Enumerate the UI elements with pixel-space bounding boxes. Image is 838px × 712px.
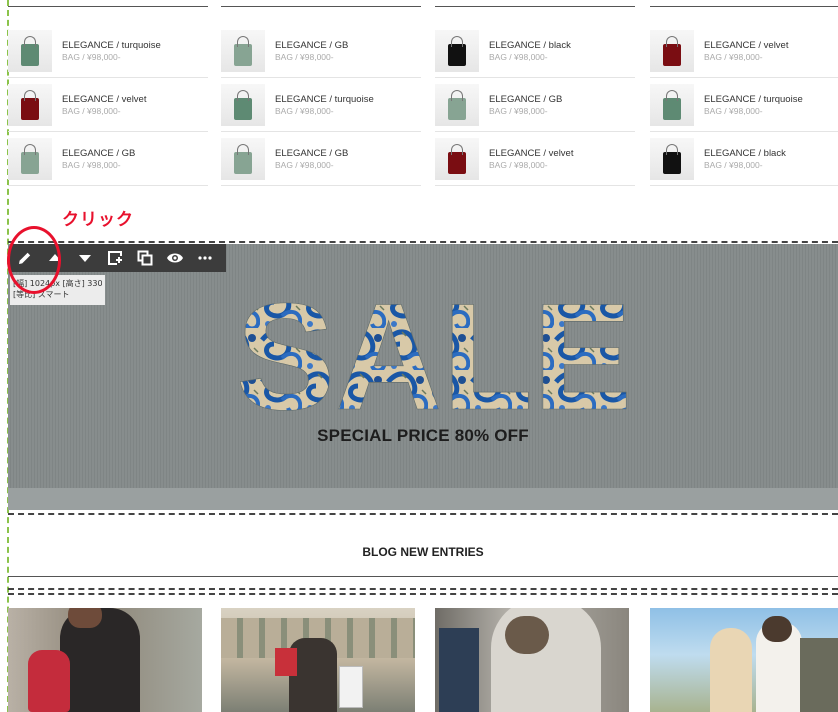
sale-title-graphic: SALE <box>236 272 633 443</box>
product-price: BAG / ¥98,000- <box>275 160 334 170</box>
product-name[interactable]: ELEGANCE / velvet <box>489 148 573 159</box>
product-column: ELEGANCE / GB BAG / ¥98,000- ELEGANCE / … <box>221 0 421 186</box>
bag-image <box>21 144 39 174</box>
section-guide <box>8 588 838 590</box>
blog-thumbnail[interactable] <box>650 608 838 712</box>
product-item[interactable]: ELEGANCE / GB BAG / ¥98,000- <box>221 24 421 78</box>
product-price: BAG / ¥98,000- <box>62 106 121 116</box>
click-annotation-label: クリック <box>62 210 134 230</box>
product-price: BAG / ¥98,000- <box>704 106 763 116</box>
product-item[interactable]: ELEGANCE / velvet BAG / ¥98,000- <box>8 78 208 132</box>
product-item[interactable]: ELEGANCE / turquoise BAG / ¥98,000- <box>8 24 208 78</box>
product-thumbnail[interactable] <box>8 30 52 72</box>
product-thumbnail[interactable] <box>650 84 694 126</box>
product-price: BAG / ¥98,000- <box>489 160 548 170</box>
move-down-button[interactable] <box>70 244 100 272</box>
more-icon <box>198 256 212 260</box>
product-name[interactable]: ELEGANCE / turquoise <box>62 40 161 51</box>
product-price: BAG / ¥98,000- <box>275 52 334 62</box>
red-bag <box>28 650 70 712</box>
product-thumbnail[interactable] <box>8 138 52 180</box>
product-thumbnail[interactable] <box>435 138 479 180</box>
product-item[interactable]: ELEGANCE / GB BAG / ¥98,000- <box>435 78 635 132</box>
product-thumbnail[interactable] <box>435 30 479 72</box>
duplicate-icon <box>137 250 153 266</box>
bag-image <box>234 36 252 66</box>
duplicate-button[interactable] <box>130 244 160 272</box>
blog-thumbnail[interactable] <box>435 608 629 712</box>
product-name[interactable]: ELEGANCE / velvet <box>62 94 146 105</box>
product-column: ELEGANCE / black BAG / ¥98,000- ELEGANCE… <box>435 0 635 186</box>
person-figure <box>710 628 752 712</box>
product-grid: ELEGANCE / turquoise BAG / ¥98,000- ELEG… <box>8 0 838 186</box>
more-button[interactable] <box>190 244 220 272</box>
product-thumbnail[interactable] <box>221 30 265 72</box>
add-block-icon <box>108 251 122 265</box>
product-name[interactable]: ELEGANCE / black <box>489 40 571 51</box>
product-name[interactable]: ELEGANCE / GB <box>275 40 348 51</box>
product-column: ELEGANCE / turquoise BAG / ¥98,000- ELEG… <box>8 0 208 186</box>
blog-heading-rule <box>8 576 838 577</box>
add-block-button[interactable] <box>100 244 130 272</box>
product-thumbnail[interactable] <box>221 138 265 180</box>
product-name[interactable]: ELEGANCE / GB <box>62 148 135 159</box>
blog-thumbnail[interactable] <box>8 608 202 712</box>
product-column: ELEGANCE / velvet BAG / ¥98,000- ELEGANC… <box>650 0 838 186</box>
sale-title: SALE <box>236 272 632 442</box>
product-name[interactable]: ELEGANCE / GB <box>489 94 562 105</box>
product-item[interactable]: ELEGANCE / velvet BAG / ¥98,000- <box>435 132 635 186</box>
product-item[interactable]: ELEGANCE / black BAG / ¥98,000- <box>435 24 635 78</box>
bag-image <box>663 144 681 174</box>
product-item[interactable]: ELEGANCE / GB BAG / ¥98,000- <box>8 132 208 186</box>
product-thumbnail[interactable] <box>650 138 694 180</box>
product-item[interactable]: ELEGANCE / GB BAG / ¥98,000- <box>221 132 421 186</box>
product-price: BAG / ¥98,000- <box>489 106 548 116</box>
product-price: BAG / ¥98,000- <box>704 160 763 170</box>
preview-button[interactable] <box>160 244 190 272</box>
sale-banner[interactable]: SALE SPECIAL PRICE 80% OFF <box>8 244 838 510</box>
click-annotation-circle <box>7 226 61 294</box>
product-price: BAG / ¥98,000- <box>62 52 121 62</box>
product-name[interactable]: ELEGANCE / black <box>704 148 786 159</box>
product-name[interactable]: ELEGANCE / GB <box>275 148 348 159</box>
product-item[interactable]: ELEGANCE / turquoise BAG / ¥98,000- <box>650 78 838 132</box>
banner-bottom-strip <box>8 488 838 510</box>
product-item[interactable]: ELEGANCE / velvet BAG / ¥98,000- <box>650 24 838 78</box>
bag-image <box>21 36 39 66</box>
bag-image <box>234 90 252 120</box>
product-name[interactable]: ELEGANCE / turquoise <box>275 94 374 105</box>
triangle-down-icon <box>79 255 91 262</box>
product-thumbnail[interactable] <box>8 84 52 126</box>
product-thumbnail[interactable] <box>650 30 694 72</box>
bag-image <box>234 144 252 174</box>
bag-image <box>448 90 466 120</box>
blog-thumbnail[interactable] <box>221 608 415 712</box>
blog-heading: BLOG NEW ENTRIES <box>362 545 484 559</box>
bag-image <box>21 90 39 120</box>
bag-image <box>448 144 466 174</box>
product-thumbnail[interactable] <box>435 84 479 126</box>
section-guide <box>8 593 838 595</box>
product-name[interactable]: ELEGANCE / turquoise <box>704 94 803 105</box>
product-price: BAG / ¥98,000- <box>489 52 548 62</box>
product-name[interactable]: ELEGANCE / velvet <box>704 40 788 51</box>
section-guide <box>8 513 838 515</box>
bag-image <box>448 36 466 66</box>
bag-image <box>663 36 681 66</box>
bag-image <box>663 90 681 120</box>
product-price: BAG / ¥98,000- <box>704 52 763 62</box>
product-price: BAG / ¥98,000- <box>62 160 121 170</box>
section-guide <box>8 241 838 243</box>
product-item[interactable]: ELEGANCE / black BAG / ¥98,000- <box>650 132 838 186</box>
product-price: BAG / ¥98,000- <box>275 106 334 116</box>
sale-subtitle: SPECIAL PRICE 80% OFF <box>317 426 529 445</box>
eye-icon <box>167 253 183 263</box>
product-thumbnail[interactable] <box>221 84 265 126</box>
product-item[interactable]: ELEGANCE / turquoise BAG / ¥98,000- <box>221 78 421 132</box>
